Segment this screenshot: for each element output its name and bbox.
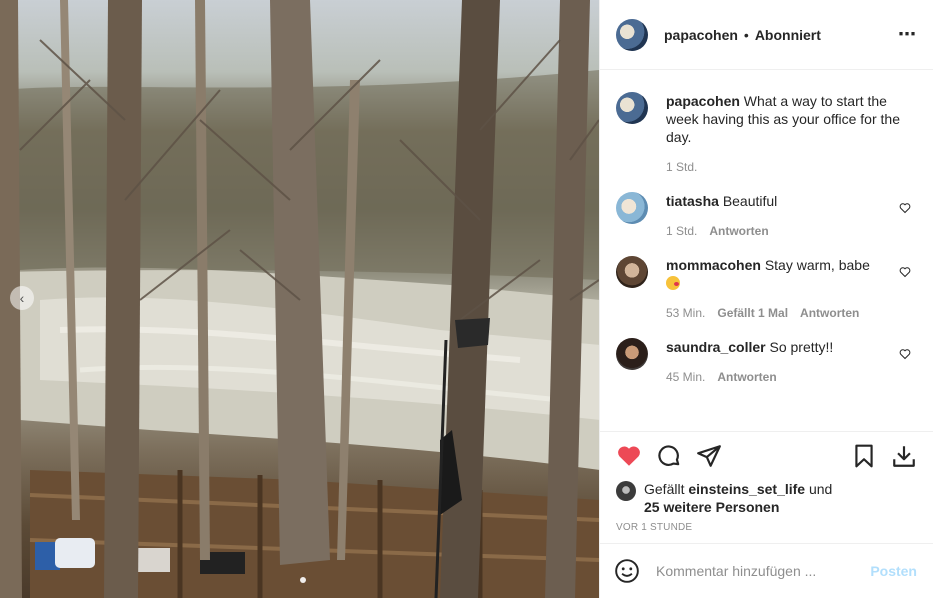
post-header: papacohen • Abonniert ⋯: [600, 0, 933, 70]
forest-river-scene: [0, 0, 599, 598]
instagram-post-view: ‹ papacohen • Abonniert ⋯ papacohen What…: [0, 0, 933, 598]
download-icon[interactable]: [891, 443, 917, 469]
post-comment-button[interactable]: Posten: [870, 563, 917, 579]
post-photo[interactable]: ‹: [0, 0, 599, 598]
likes-text: Gefällt einsteins_set_life und 25 weiter…: [644, 480, 832, 516]
comment-item: tiatasha Beautiful 1 Std. Antworten: [616, 192, 917, 238]
comment-item: saundra_coller So pretty!! 45 Min. Antwo…: [616, 338, 917, 384]
follow-status-button[interactable]: Abonniert: [755, 27, 821, 43]
post-timestamp: VOR 1 STUNDE: [616, 522, 693, 533]
other-likers-link[interactable]: 25 weitere Personen: [644, 499, 779, 515]
caption-time: 1 Std.: [666, 160, 698, 174]
likes-prefix: Gefällt: [644, 481, 685, 497]
heart-outline-icon[interactable]: [899, 348, 911, 360]
author-avatar[interactable]: [616, 18, 648, 51]
previous-photo-button[interactable]: ‹: [10, 286, 34, 310]
comment-item: mommacohen Stay warm, babe 53 Min. Gefäl…: [616, 256, 917, 320]
likes-summary[interactable]: Gefällt einsteins_set_life und 25 weiter…: [616, 480, 917, 516]
carousel-indicator-dot: [300, 577, 306, 583]
commenter-avatar[interactable]: [616, 192, 648, 224]
chevron-left-icon: ‹: [19, 290, 25, 306]
author-username[interactable]: papacohen: [664, 27, 738, 43]
comment-likes-count[interactable]: Gefällt 1 Mal: [717, 306, 788, 320]
comment-time: 53 Min.: [666, 306, 706, 320]
comment-text: Beautiful: [722, 193, 778, 209]
caption-username[interactable]: papacohen: [666, 93, 740, 109]
caption-item: papacohen What a way to start the week h…: [616, 92, 917, 174]
reply-button[interactable]: Antworten: [709, 224, 768, 238]
post-actions: Gefällt einsteins_set_life und 25 weiter…: [600, 431, 933, 543]
commenter-avatar[interactable]: [616, 338, 648, 370]
comment-text: Stay warm, babe: [764, 257, 870, 273]
separator-dot: •: [743, 26, 749, 43]
comment-username[interactable]: mommacohen: [666, 257, 761, 273]
smiley-icon[interactable]: [614, 558, 640, 584]
post-sidebar: papacohen • Abonniert ⋯ papacohen What a…: [599, 0, 933, 598]
heart-filled-icon[interactable]: [616, 443, 642, 469]
comment-time: 45 Min.: [666, 370, 706, 384]
comment-username[interactable]: saundra_coller: [666, 339, 766, 355]
paper-plane-icon[interactable]: [696, 443, 722, 469]
author-avatar[interactable]: [616, 92, 648, 124]
commenter-avatar[interactable]: [616, 256, 648, 288]
heart-outline-icon[interactable]: [899, 202, 911, 214]
comment-input[interactable]: [656, 563, 871, 579]
bookmark-icon[interactable]: [851, 443, 877, 469]
likes-joiner: und: [808, 481, 833, 497]
liker-username[interactable]: einsteins_set_life: [688, 481, 805, 497]
comment-time: 1 Std.: [666, 224, 698, 238]
comment-text: So pretty!!: [769, 339, 834, 355]
comments-list: papacohen What a way to start the week h…: [600, 70, 933, 431]
caption-text: papacohen What a way to start the week h…: [666, 92, 901, 146]
reply-button[interactable]: Antworten: [717, 370, 776, 384]
comment-username[interactable]: tiatasha: [666, 193, 719, 209]
kiss-emoji-icon: [666, 276, 680, 290]
comment-bubble-icon[interactable]: [656, 443, 682, 469]
reply-button[interactable]: Antworten: [800, 306, 859, 320]
liker-avatar: [616, 481, 636, 501]
comment-composer: Posten: [600, 543, 933, 598]
more-dots-icon[interactable]: ⋯: [898, 24, 917, 45]
heart-outline-icon[interactable]: [899, 266, 911, 278]
